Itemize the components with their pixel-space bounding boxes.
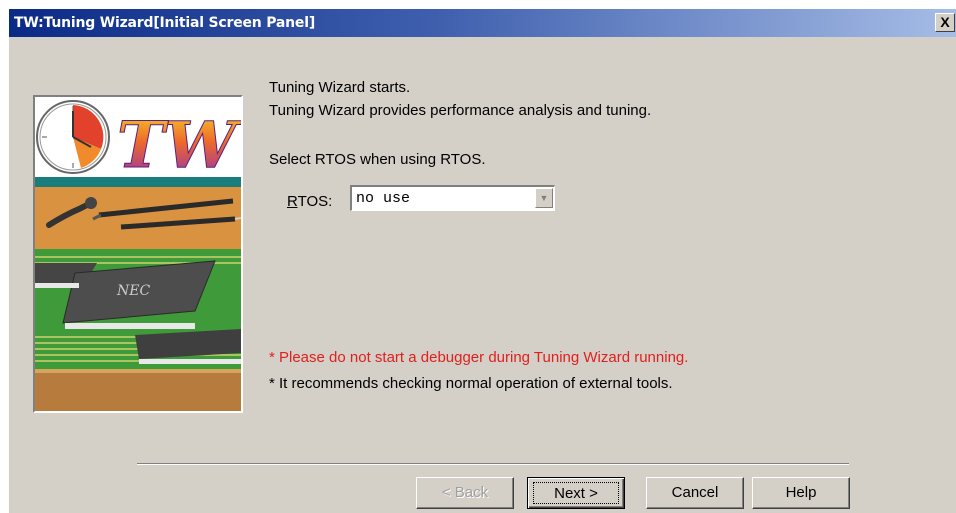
close-button[interactable]: X: [935, 13, 955, 32]
svg-text:NEC: NEC: [116, 283, 150, 299]
title-bar[interactable]: TW:Tuning Wizard[Initial Screen Panel] X: [9, 9, 956, 37]
next-button-label: Next >: [533, 482, 619, 504]
tw-logo: TW: [117, 108, 241, 183]
tuning-wizard-dialog: TW:Tuning Wizard[Initial Screen Panel] X: [8, 8, 956, 513]
external-tools-note: * It recommends checking normal operatio…: [269, 375, 673, 392]
banner-illustration: TW NEC: [35, 97, 241, 411]
button-separator: [137, 463, 849, 465]
help-button[interactable]: Help: [752, 477, 850, 509]
rtos-dropdown[interactable]: no use ▼: [350, 185, 555, 211]
debugger-warning: * Please do not start a debugger during …: [269, 349, 689, 366]
next-button[interactable]: Next >: [527, 477, 625, 509]
rtos-selected-value: no use: [356, 190, 411, 207]
rtos-label-mnemonic: R: [287, 193, 298, 210]
wizard-banner-image: TW NEC: [33, 95, 243, 413]
rtos-label-text: TOS:: [297, 193, 333, 210]
rtos-instruction: Select RTOS when using RTOS.: [269, 151, 486, 168]
intro-line-2: Tuning Wizard provides performance analy…: [269, 102, 652, 119]
chevron-down-icon[interactable]: ▼: [535, 188, 553, 208]
cancel-button[interactable]: Cancel: [646, 477, 744, 509]
rtos-label: RTOS:: [287, 193, 332, 210]
close-icon: X: [940, 14, 950, 30]
window-title: TW:Tuning Wizard[Initial Screen Panel]: [14, 15, 316, 31]
back-button[interactable]: < Back: [416, 477, 514, 509]
clock-icon: [36, 100, 110, 174]
intro-line-1: Tuning Wizard starts.: [269, 79, 411, 96]
